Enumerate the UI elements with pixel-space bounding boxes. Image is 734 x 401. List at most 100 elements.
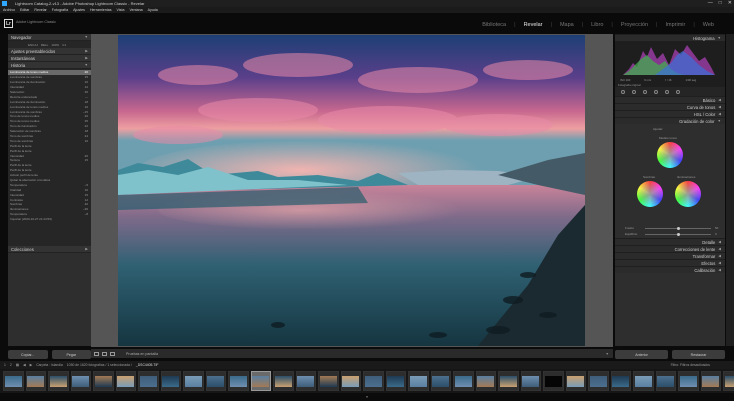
- module-proyeccion[interactable]: Proyección: [621, 22, 648, 28]
- filmstrip-thumbnail[interactable]: [408, 371, 429, 391]
- module-biblioteca[interactable]: Biblioteca: [482, 22, 506, 28]
- filmstrip-thumbnail[interactable]: [160, 371, 181, 391]
- hsl-header[interactable]: HSL / Color ◀: [615, 110, 725, 117]
- zoom-100[interactable]: 100%: [51, 43, 59, 47]
- filmstrip-thumbnail[interactable]: [228, 371, 249, 391]
- filmstrip-thumbnail[interactable]: [363, 371, 384, 391]
- crop-tool-icon[interactable]: [621, 89, 625, 94]
- filmstrip-thumbnail[interactable]: [543, 371, 564, 391]
- filmstrip-thumbnail[interactable]: [385, 371, 406, 391]
- filmstrip-thumbnail[interactable]: [610, 371, 631, 391]
- radial-filter-icon[interactable]: [665, 89, 669, 94]
- compare-view-icon[interactable]: [110, 351, 115, 356]
- filmstrip-thumbnail[interactable]: [93, 371, 114, 391]
- filmstrip-thumbnail[interactable]: [700, 371, 721, 391]
- minimize-button[interactable]: —: [708, 0, 713, 6]
- filmstrip-thumbnail[interactable]: [565, 371, 586, 391]
- copy-button[interactable]: Copiar...: [8, 350, 48, 359]
- filmstrip-thumbnail[interactable]: [295, 371, 316, 391]
- balance-value[interactable]: 0: [715, 232, 717, 236]
- display-1-button[interactable]: 1: [4, 363, 6, 367]
- menu-ventana[interactable]: Ventana: [129, 8, 142, 12]
- filmstrip-thumbnail[interactable]: [475, 371, 496, 391]
- menu-archivo[interactable]: Archivo: [3, 8, 15, 12]
- menu-ayuda[interactable]: Ayuda: [148, 8, 158, 12]
- filmstrip-thumbnail[interactable]: [273, 371, 294, 391]
- close-button[interactable]: ✕: [728, 0, 732, 6]
- module-revelar[interactable]: Revelar: [524, 22, 543, 28]
- zoom-4-1[interactable]: 4:1: [62, 43, 66, 47]
- menu-vista[interactable]: Vista: [117, 8, 125, 12]
- effects-header[interactable]: Efectos ◀: [615, 259, 725, 266]
- filmstrip-thumbnail[interactable]: [115, 371, 136, 391]
- filmstrip-thumbnail[interactable]: [498, 371, 519, 391]
- transform-header[interactable]: Transformar ◀: [615, 252, 725, 259]
- menu-editar[interactable]: Editar: [20, 8, 29, 12]
- source-label[interactable]: Carpeta : Islandia: [36, 363, 63, 367]
- main-photo[interactable]: [118, 35, 585, 346]
- module-web[interactable]: Web: [703, 22, 714, 28]
- midtones-wheel[interactable]: [657, 142, 683, 168]
- filmstrip-thumbnail[interactable]: [70, 371, 91, 391]
- spot-removal-icon[interactable]: [632, 89, 636, 94]
- graduated-filter-icon[interactable]: [654, 89, 658, 94]
- filmstrip-thumbnail[interactable]: [678, 371, 699, 391]
- history-item[interactable]: Importar (2020-10-27 21:24:59): [8, 217, 91, 222]
- collections-header[interactable]: Colecciones ▶: [8, 246, 91, 253]
- filmstrip-thumbnail[interactable]: [430, 371, 451, 391]
- red-eye-icon[interactable]: [643, 89, 647, 94]
- filmstrip-thumbnail[interactable]: [723, 371, 734, 391]
- filmstrip-thumbnail[interactable]: [3, 371, 24, 391]
- before-after-icon[interactable]: [102, 351, 107, 356]
- basic-header[interactable]: Básico ◀: [615, 96, 725, 103]
- histogram-header[interactable]: Histograma ▼: [615, 34, 725, 41]
- filmstrip-thumbnail[interactable]: [250, 371, 271, 391]
- menu-herramientas[interactable]: Herramientas: [90, 8, 112, 12]
- color-grading-header[interactable]: Gradación de color ▼: [615, 117, 725, 124]
- presets-header[interactable]: Ajustes preestablecidos ▶: [8, 48, 91, 55]
- highlights-wheel[interactable]: [675, 181, 701, 207]
- history-header[interactable]: Historia ▼: [8, 62, 91, 69]
- back-icon[interactable]: ◀: [23, 363, 26, 367]
- soft-proofing-label[interactable]: Pruebas en pantalla: [126, 352, 158, 356]
- snapshots-header[interactable]: Instantáneas ▶: [8, 55, 91, 62]
- maximize-button[interactable]: □: [719, 0, 722, 6]
- filmstrip-thumbnail[interactable]: [25, 371, 46, 391]
- filmstrip-thumbnail[interactable]: [520, 371, 541, 391]
- toggle-filmstrip-icon[interactable]: ▼: [366, 395, 369, 399]
- blending-slider-knob[interactable]: [677, 226, 680, 230]
- paste-button[interactable]: Pegar: [51, 350, 91, 359]
- filmstrip-thumbnail[interactable]: [183, 371, 204, 391]
- filmstrip-thumbnail[interactable]: [633, 371, 654, 391]
- brush-tool-icon[interactable]: [676, 89, 680, 94]
- balance-slider-knob[interactable]: [677, 232, 680, 236]
- module-libro[interactable]: Libro: [591, 22, 603, 28]
- loupe-view-icon[interactable]: [94, 351, 99, 356]
- grid-icon[interactable]: ▦: [16, 363, 19, 367]
- forward-icon[interactable]: ▶: [30, 363, 33, 367]
- filmstrip-thumbnail[interactable]: [453, 371, 474, 391]
- lens-corrections-header[interactable]: Correcciones de lente ◀: [615, 245, 725, 252]
- original-photo-checkbox[interactable]: Fotografía original: [618, 83, 641, 87]
- zoom-fit[interactable]: ENCAJ: [28, 43, 38, 47]
- module-imprimir[interactable]: Imprimir: [665, 22, 685, 28]
- toolbar-menu-icon[interactable]: ▼: [606, 352, 609, 356]
- filmstrip-thumbnail[interactable]: [588, 371, 609, 391]
- reset-button[interactable]: Restaurar: [672, 350, 725, 359]
- filmstrip-thumbnail[interactable]: [138, 371, 159, 391]
- module-mapa[interactable]: Mapa: [560, 22, 574, 28]
- filmstrip-thumbnail[interactable]: [205, 371, 226, 391]
- navigator-header[interactable]: Navegador ▼: [8, 34, 91, 41]
- tone-curve-header[interactable]: Curva de tonos ◀: [615, 103, 725, 110]
- previous-button[interactable]: Anterior: [615, 350, 668, 359]
- filmstrip-thumbnail[interactable]: [48, 371, 69, 391]
- calibration-header[interactable]: Calibración ◀: [615, 266, 725, 273]
- filmstrip-thumbnail[interactable]: [655, 371, 676, 391]
- display-2-button[interactable]: 2: [10, 363, 12, 367]
- filmstrip-thumbnail[interactable]: [318, 371, 339, 391]
- shadows-wheel[interactable]: [637, 181, 663, 207]
- zoom-fill[interactable]: RELL: [41, 43, 49, 47]
- filter-value[interactable]: Filtros desactivados: [680, 363, 710, 367]
- detail-header[interactable]: Detalle ◀: [615, 238, 725, 245]
- filmstrip-thumbnail[interactable]: [340, 371, 361, 391]
